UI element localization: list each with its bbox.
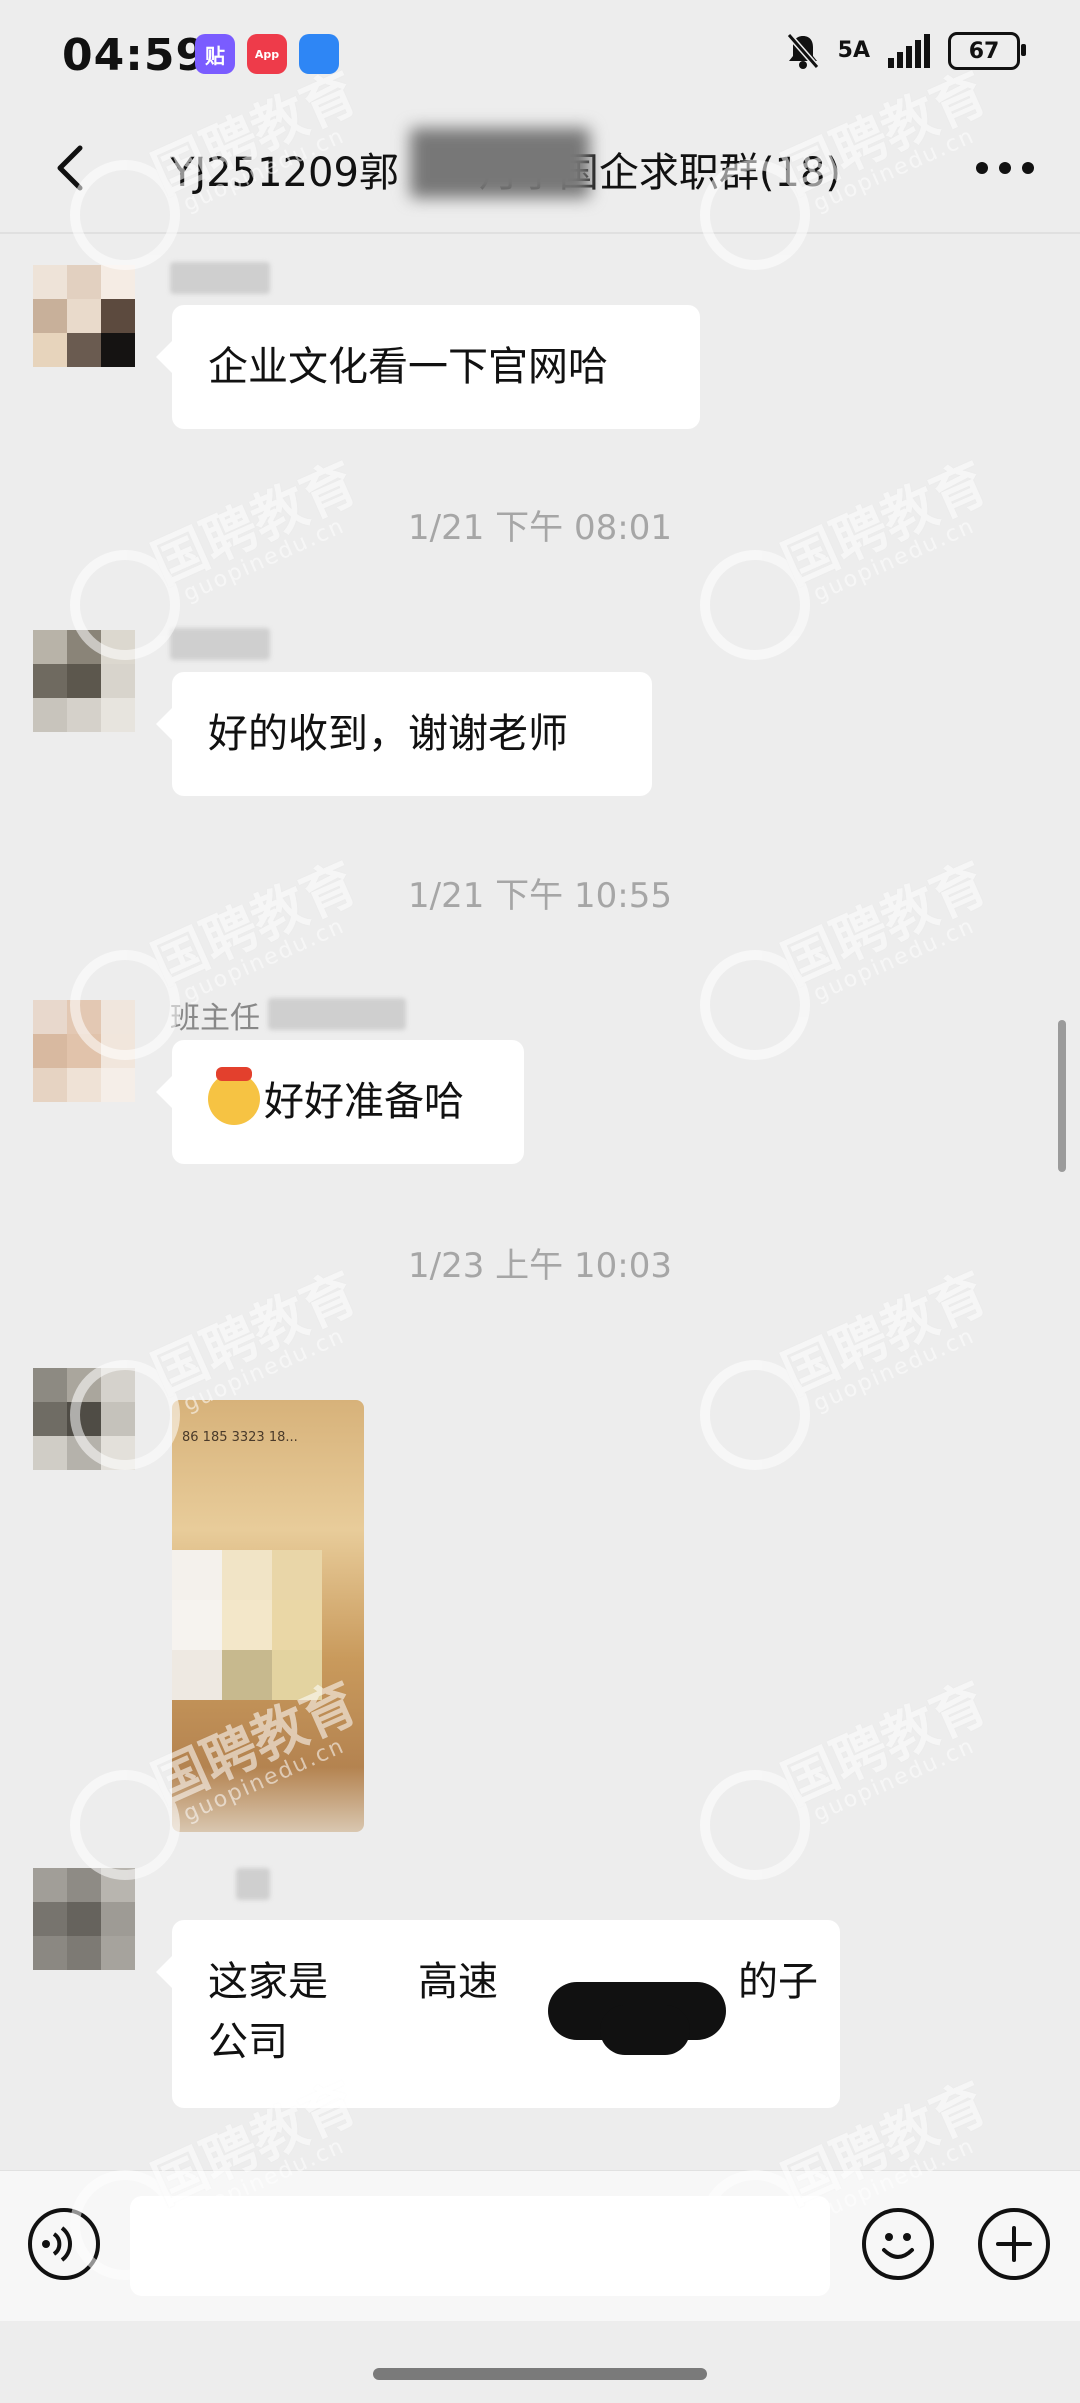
- plus-icon: [996, 2226, 1032, 2262]
- weather-app-icon: [299, 34, 339, 74]
- message-text-part: 的子: [738, 1959, 818, 2005]
- message-text: 企业文化看一下官网哈: [208, 344, 608, 390]
- redacted-title: [410, 128, 590, 198]
- timestamp: 1/21 下午 10:55: [408, 876, 672, 916]
- emoji-button[interactable]: [862, 2208, 934, 2280]
- image-message[interactable]: 86 185 3323 18...: [172, 1400, 364, 1832]
- emoji-icon: [208, 1067, 260, 1125]
- avatar[interactable]: [33, 1368, 135, 1470]
- voice-button[interactable]: [28, 2208, 100, 2280]
- message-text: 好的收到，谢谢老师: [208, 711, 568, 757]
- avatar[interactable]: [33, 265, 135, 367]
- input-bar: [0, 2170, 1080, 2321]
- avatar[interactable]: [33, 1868, 135, 1970]
- home-indicator[interactable]: [373, 2368, 707, 2380]
- app-gallery-icon: App: [247, 34, 287, 74]
- more-actions-button[interactable]: [978, 2208, 1050, 2280]
- more-icon[interactable]: [970, 148, 1040, 188]
- redaction-mark: [600, 2005, 690, 2055]
- avatar[interactable]: [33, 630, 135, 732]
- timestamp: 1/23 上午 10:03: [408, 1246, 672, 1286]
- message-input[interactable]: [130, 2196, 830, 2296]
- message-bubble[interactable]: 企业文化看一下官网哈: [156, 305, 700, 429]
- avatar[interactable]: [33, 1000, 135, 1102]
- message-text: 好好准备哈: [264, 1079, 464, 1125]
- mute-icon: [786, 33, 819, 69]
- timestamp: 1/21 下午 08:01: [408, 508, 672, 548]
- tieba-app-icon: 贴: [195, 34, 235, 74]
- image-phone-text: 86 185 3323 18...: [182, 1430, 298, 1445]
- message-text-part: 这家是: [208, 1959, 328, 2005]
- sender-name: [236, 1868, 270, 1900]
- header-divider: [0, 232, 1080, 234]
- battery-icon: 67: [948, 32, 1026, 70]
- sender-name-redacted: [268, 998, 406, 1030]
- sender-name: [170, 262, 270, 294]
- back-icon[interactable]: [42, 138, 102, 198]
- message-bubble[interactable]: 好的收到，谢谢老师: [156, 672, 652, 796]
- message-bubble[interactable]: 好好准备哈: [156, 1040, 524, 1164]
- scrollbar[interactable]: [1058, 1020, 1066, 1172]
- status-time: 04:59: [62, 30, 208, 81]
- network-label: 5A: [837, 38, 870, 63]
- message-text-part: 高速: [418, 1959, 498, 2005]
- sender-name: 班主任: [170, 1001, 260, 1036]
- sender-name: [170, 628, 270, 660]
- status-indicators: 5A 67: [786, 32, 1026, 70]
- smiley-icon: [882, 2233, 914, 2259]
- voice-icon: [42, 2226, 72, 2262]
- status-bar: 04:59 贴 App 5A 67: [0, 0, 1080, 110]
- redacted-image-area: [172, 1550, 322, 1700]
- message-bubble[interactable]: 这家是 高速 的子 公司: [156, 1920, 840, 2108]
- signal-icon: [888, 34, 930, 68]
